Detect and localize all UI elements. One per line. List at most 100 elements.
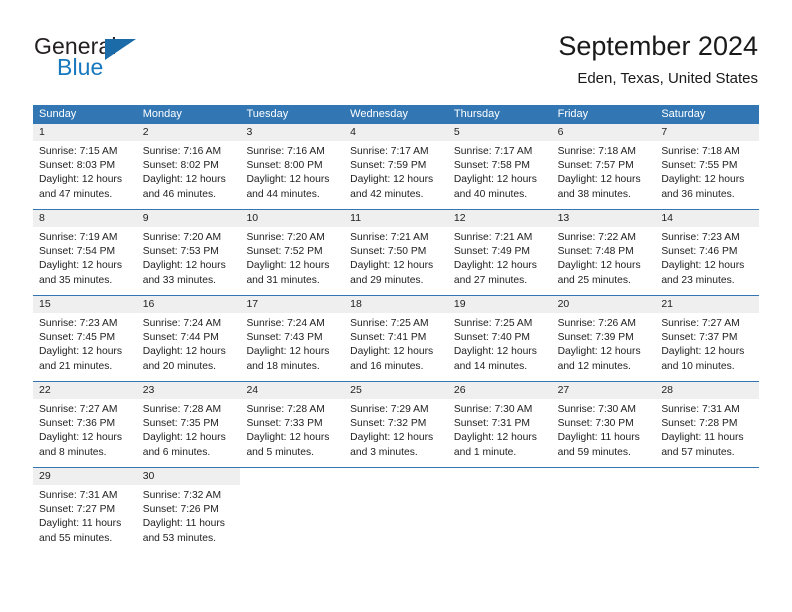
day-cell[interactable]: 22 Sunrise: 7:27 AM Sunset: 7:36 PM Dayl…	[33, 382, 137, 467]
day-details: Sunrise: 7:29 AM Sunset: 7:32 PM Dayligh…	[344, 399, 448, 460]
sunset-text: Sunset: 7:48 PM	[557, 246, 634, 258]
sunset-text: Sunset: 7:58 PM	[453, 160, 531, 172]
sunrise-text: Sunrise: 7:25 AM	[453, 318, 533, 329]
weekday-header-monday: Monday	[142, 108, 182, 120]
day-details: Sunrise: 7:27 AM Sunset: 7:36 PM Dayligh…	[33, 399, 137, 460]
day-cell[interactable]: 3 Sunrise: 7:16 AM Sunset: 8:00 PM Dayli…	[240, 124, 345, 209]
daylight-text-line2: and 25 minutes.	[557, 274, 631, 286]
day-details: Sunrise: 7:17 AM Sunset: 7:59 PM Dayligh…	[344, 141, 448, 202]
day-number: 25	[344, 382, 448, 399]
page-title: September 2024	[558, 31, 758, 61]
day-details: Sunrise: 7:24 AM Sunset: 7:44 PM Dayligh…	[137, 313, 241, 374]
day-cell[interactable]: 27 Sunrise: 7:30 AM Sunset: 7:30 PM Dayl…	[551, 382, 656, 467]
daylight-text-line2: and 14 minutes.	[453, 360, 528, 372]
daylight-text-line1: Daylight: 12 hours	[142, 346, 226, 358]
daylight-text-line2: and 12 minutes.	[557, 360, 631, 372]
sunrise-text: Sunrise: 7:21 AM	[453, 232, 533, 243]
day-cell[interactable]: 26 Sunrise: 7:30 AM Sunset: 7:31 PM Dayl…	[447, 382, 552, 467]
day-details: Sunrise: 7:20 AM Sunset: 7:53 PM Dayligh…	[137, 227, 241, 288]
day-cell[interactable]: 10 Sunrise: 7:20 AM Sunset: 7:52 PM Dayl…	[240, 210, 345, 295]
day-number: 1	[33, 124, 137, 141]
day-cell[interactable]: 9 Sunrise: 7:20 AM Sunset: 7:53 PM Dayli…	[136, 210, 241, 295]
day-details: Sunrise: 7:22 AM Sunset: 7:48 PM Dayligh…	[552, 227, 656, 288]
day-cell[interactable]: 19 Sunrise: 7:25 AM Sunset: 7:40 PM Dayl…	[447, 296, 552, 381]
day-details: Sunrise: 7:28 AM Sunset: 7:35 PM Dayligh…	[137, 399, 241, 460]
sunrise-text: Sunrise: 7:17 AM	[453, 146, 533, 157]
day-cell[interactable]: 25 Sunrise: 7:29 AM Sunset: 7:32 PM Dayl…	[344, 382, 448, 467]
day-cell[interactable]: 30 Sunrise: 7:32 AM Sunset: 7:26 PM Dayl…	[136, 468, 241, 553]
daylight-text-line1: Daylight: 12 hours	[39, 432, 122, 444]
sunset-text: Sunset: 7:55 PM	[661, 160, 738, 172]
day-cell[interactable]: 7 Sunrise: 7:18 AM Sunset: 7:55 PM Dayli…	[655, 124, 760, 209]
daylight-text-line1: Daylight: 12 hours	[453, 260, 537, 272]
day-details: Sunrise: 7:30 AM Sunset: 7:31 PM Dayligh…	[448, 399, 552, 460]
brand-logo[interactable]: General Blue	[34, 33, 214, 89]
sunrise-text: Sunrise: 7:16 AM	[142, 146, 222, 157]
day-cell[interactable]: 11 Sunrise: 7:21 AM Sunset: 7:50 PM Dayl…	[344, 210, 448, 295]
day-details: Sunrise: 7:25 AM Sunset: 7:41 PM Dayligh…	[344, 313, 448, 374]
day-number: 30	[136, 468, 241, 485]
day-cell-empty	[240, 468, 344, 553]
daylight-text-line2: and 44 minutes.	[246, 188, 320, 200]
day-number	[552, 468, 656, 485]
sunrise-text: Sunrise: 7:23 AM	[661, 232, 740, 243]
sunset-text: Sunset: 7:41 PM	[350, 332, 427, 344]
day-cell[interactable]: 24 Sunrise: 7:28 AM Sunset: 7:33 PM Dayl…	[240, 382, 345, 467]
day-cell[interactable]: 2 Sunrise: 7:16 AM Sunset: 8:02 PM Dayli…	[136, 124, 241, 209]
day-cell[interactable]: 4 Sunrise: 7:17 AM Sunset: 7:59 PM Dayli…	[344, 124, 448, 209]
day-cell[interactable]: 8 Sunrise: 7:19 AM Sunset: 7:54 PM Dayli…	[33, 210, 137, 295]
day-cell[interactable]: 29 Sunrise: 7:31 AM Sunset: 7:27 PM Dayl…	[33, 468, 137, 553]
day-cell[interactable]: 20 Sunrise: 7:26 AM Sunset: 7:39 PM Dayl…	[551, 296, 656, 381]
sunrise-text: Sunrise: 7:24 AM	[246, 318, 325, 329]
daylight-text-line1: Daylight: 12 hours	[350, 174, 434, 186]
daylight-text-line2: and 33 minutes.	[142, 274, 216, 286]
daylight-text-line2: and 36 minutes.	[661, 188, 735, 200]
calendar-week-row: 29 Sunrise: 7:31 AM Sunset: 7:27 PM Dayl…	[33, 467, 759, 553]
day-number: 26	[447, 382, 552, 399]
day-number: 10	[240, 210, 345, 227]
sunrise-text: Sunrise: 7:15 AM	[39, 146, 118, 157]
sunset-text: Sunset: 7:36 PM	[39, 418, 116, 430]
day-cell[interactable]: 1 Sunrise: 7:15 AM Sunset: 8:03 PM Dayli…	[33, 124, 137, 209]
sunrise-text: Sunrise: 7:31 AM	[661, 404, 740, 415]
day-number: 2	[136, 124, 241, 141]
day-number: 11	[344, 210, 448, 227]
day-cell[interactable]: 6 Sunrise: 7:18 AM Sunset: 7:57 PM Dayli…	[551, 124, 656, 209]
sunset-text: Sunset: 7:37 PM	[661, 332, 738, 344]
day-cell[interactable]: 23 Sunrise: 7:28 AM Sunset: 7:35 PM Dayl…	[136, 382, 241, 467]
day-number: 9	[136, 210, 241, 227]
day-cell[interactable]: 18 Sunrise: 7:25 AM Sunset: 7:41 PM Dayl…	[344, 296, 448, 381]
daylight-text-line1: Daylight: 12 hours	[557, 346, 641, 358]
day-details: Sunrise: 7:32 AM Sunset: 7:26 PM Dayligh…	[137, 485, 241, 546]
page-header: General Blue September 2024 Eden, Texas,…	[0, 0, 792, 100]
day-cell[interactable]: 14 Sunrise: 7:23 AM Sunset: 7:46 PM Dayl…	[655, 210, 760, 295]
brand-name-blue: Blue	[57, 54, 104, 80]
daylight-text-line2: and 59 minutes.	[557, 446, 631, 458]
sunrise-text: Sunrise: 7:18 AM	[557, 146, 637, 157]
day-number: 16	[136, 296, 241, 313]
day-number: 22	[33, 382, 137, 399]
day-cell[interactable]: 13 Sunrise: 7:22 AM Sunset: 7:48 PM Dayl…	[551, 210, 656, 295]
daylight-text-line1: Daylight: 12 hours	[557, 260, 641, 272]
daylight-text-line2: and 40 minutes.	[453, 188, 528, 200]
day-details: Sunrise: 7:28 AM Sunset: 7:33 PM Dayligh…	[240, 399, 344, 460]
sunrise-text: Sunrise: 7:21 AM	[350, 232, 429, 243]
daylight-text-line2: and 21 minutes.	[39, 360, 113, 372]
day-cell[interactable]: 17 Sunrise: 7:24 AM Sunset: 7:43 PM Dayl…	[240, 296, 345, 381]
day-cell[interactable]: 12 Sunrise: 7:21 AM Sunset: 7:49 PM Dayl…	[447, 210, 552, 295]
day-cell[interactable]: 15 Sunrise: 7:23 AM Sunset: 7:45 PM Dayl…	[33, 296, 137, 381]
daylight-text-line2: and 47 minutes.	[39, 188, 113, 200]
sunset-text: Sunset: 7:59 PM	[350, 160, 427, 172]
sunset-text: Sunset: 7:52 PM	[246, 246, 323, 258]
sunset-text: Sunset: 7:57 PM	[557, 160, 634, 172]
day-cell[interactable]: 21 Sunrise: 7:27 AM Sunset: 7:37 PM Dayl…	[655, 296, 760, 381]
day-cell[interactable]: 16 Sunrise: 7:24 AM Sunset: 7:44 PM Dayl…	[136, 296, 241, 381]
sunset-text: Sunset: 7:32 PM	[350, 418, 427, 430]
day-cell[interactable]: 5 Sunrise: 7:17 AM Sunset: 7:58 PM Dayli…	[447, 124, 552, 209]
day-number	[344, 468, 448, 485]
day-details: Sunrise: 7:17 AM Sunset: 7:58 PM Dayligh…	[448, 141, 552, 202]
day-number: 28	[655, 382, 760, 399]
daylight-text-line2: and 20 minutes.	[142, 360, 216, 372]
day-cell[interactable]: 28 Sunrise: 7:31 AM Sunset: 7:28 PM Dayl…	[655, 382, 760, 467]
title-block: September 2024 Eden, Texas, United State…	[558, 30, 758, 89]
